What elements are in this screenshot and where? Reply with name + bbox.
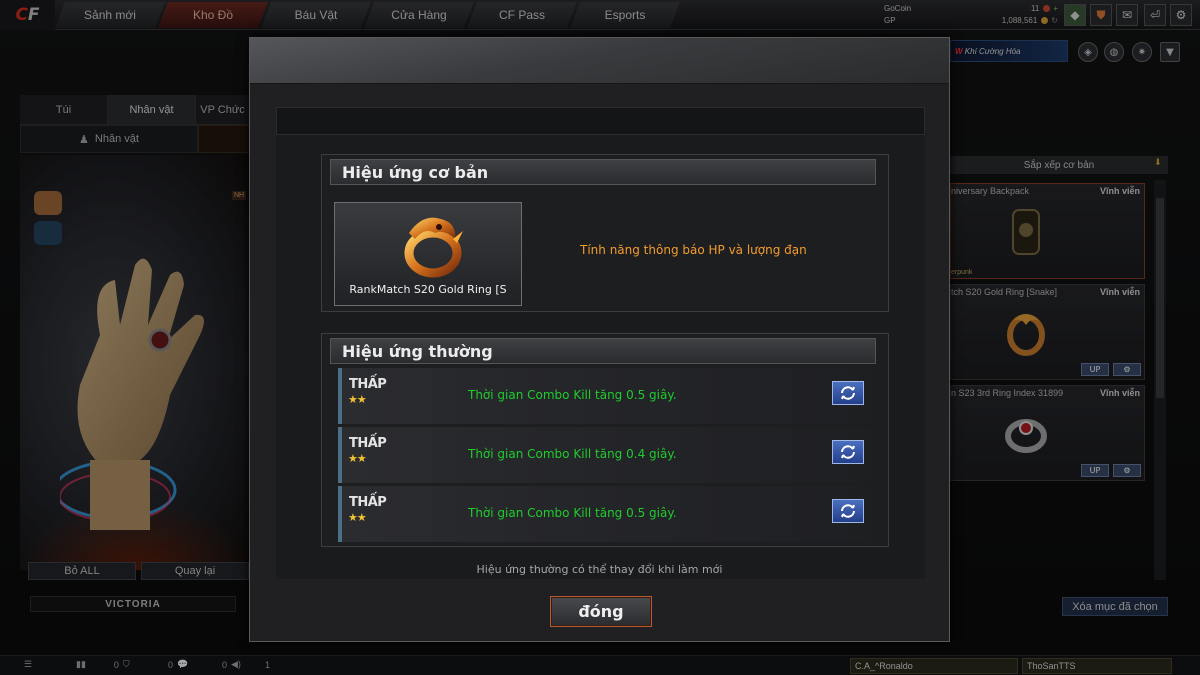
dialog-title-strip [276,107,925,135]
base-effect-title: Hiệu ứng cơ bản [330,159,876,185]
effect-row: THẤP ★★ Thời gian Combo Kill tăng 0.4 gi… [338,427,872,483]
star-rating-icon: ★★ [348,511,367,524]
effect-tier: THẤP [349,436,387,451]
refresh-hint: Hiệu ứng thường có thể thay đổi khi làm … [476,563,723,576]
ring-effects-dialog: Hiệu ứng cơ bản RankMatch S20 Gold Ring … [249,37,950,642]
reroll-button[interactable] [832,440,864,464]
reroll-button[interactable] [832,499,864,523]
close-button[interactable]: đóng [550,596,652,627]
item-preview: RankMatch S20 Gold Ring [S [334,202,522,306]
star-rating-icon: ★★ [348,393,367,406]
star-rating-icon: ★★ [348,452,367,465]
item-name-label: RankMatch S20 Gold Ring [S [349,283,507,296]
effect-row: THẤP ★★ Thời gian Combo Kill tăng 0.5 gi… [338,368,872,424]
effect-tier: THẤP [349,495,387,510]
normal-effect-title: Hiệu ứng thường [330,338,876,364]
effect-text: Thời gian Combo Kill tăng 0.4 giây. [468,447,677,461]
reroll-button[interactable] [832,381,864,405]
effect-text: Thời gian Combo Kill tăng 0.5 giây. [468,506,677,520]
base-effect-text: Tính năng thông báo HP và lượng đạn [580,243,807,257]
base-effect-section: Hiệu ứng cơ bản RankMatch S20 Gold Ring … [321,154,889,312]
normal-effect-section: Hiệu ứng thường THẤP ★★ Thời gian Combo … [321,333,889,547]
effect-row: THẤP ★★ Thời gian Combo Kill tăng 0.5 gi… [338,486,872,542]
game-client: CF Sảnh mới Kho Đồ Báu Vật Cửa Hàng CF P… [0,0,1200,675]
dialog-header [250,38,949,84]
effect-tier: THẤP [349,377,387,392]
refresh-effect-icon [841,386,855,400]
refresh-effect-icon [841,445,855,459]
gold-ring-icon [404,217,463,278]
refresh-effect-icon [841,504,855,518]
effect-text: Thời gian Combo Kill tăng 0.5 giây. [468,388,677,402]
